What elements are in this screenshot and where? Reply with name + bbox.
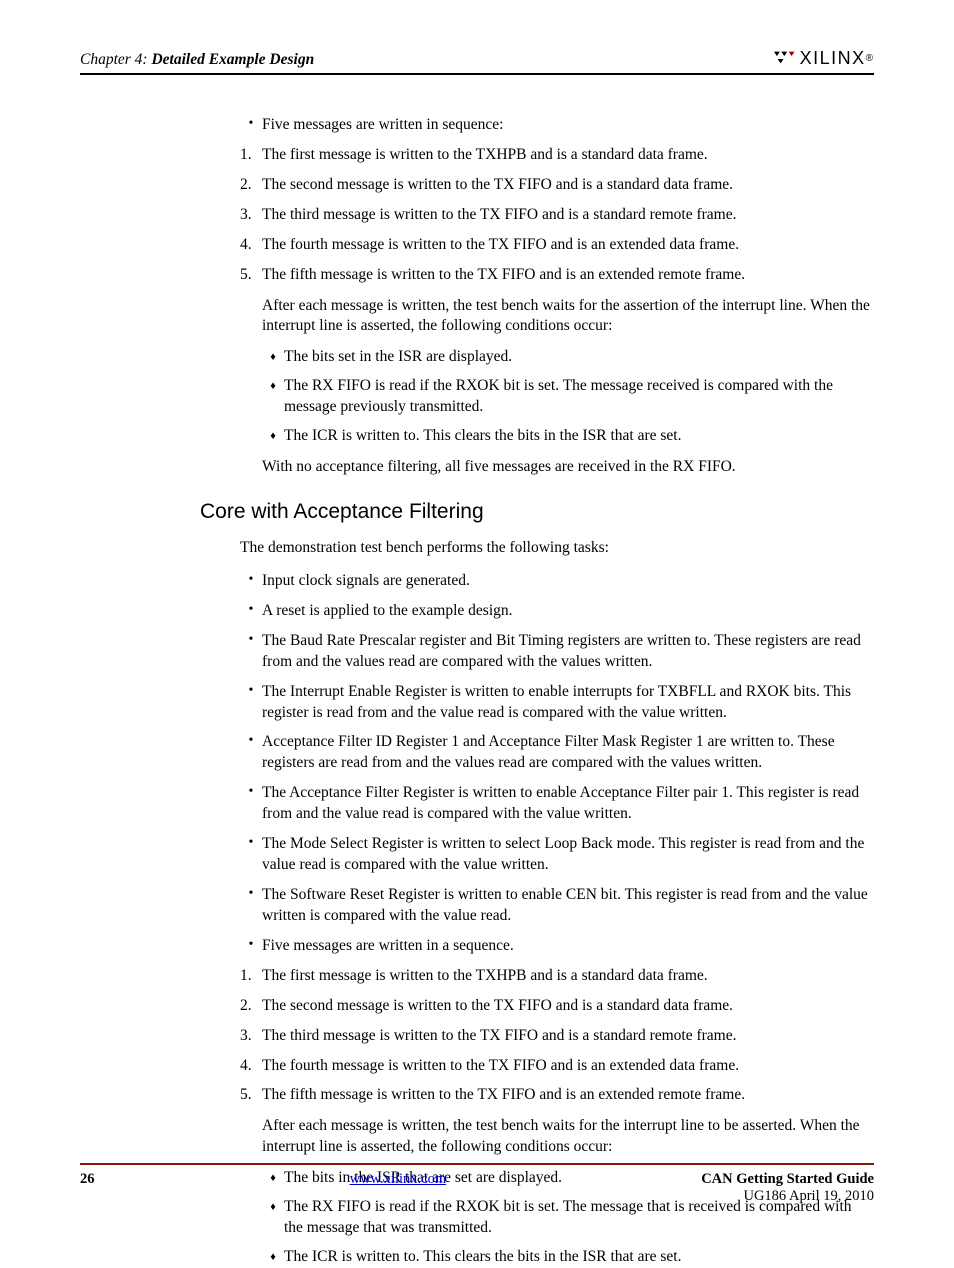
list-item: •The Baud Rate Prescalar register and Bi…	[240, 631, 874, 673]
section-heading: Core with Acceptance Filtering	[200, 500, 874, 524]
bullet-icon: •	[240, 571, 262, 590]
list-item: 5.The fifth message is written to the TX…	[240, 1085, 874, 1106]
list-item: •The Mode Select Register is written to …	[240, 834, 874, 876]
page-footer: 26 www.xilinx.com CAN Getting Started Gu…	[80, 1163, 874, 1205]
bullet-list: •Five messages are written in sequence:	[240, 115, 874, 136]
list-item: ♦The ICR is written to. This clears the …	[262, 1247, 874, 1268]
list-item: 4.The fourth message is written to the T…	[240, 235, 874, 256]
bullet-list: •Input clock signals are generated. •A r…	[240, 571, 874, 957]
bullet-icon: •	[240, 115, 262, 134]
bullet-icon: •	[240, 601, 262, 620]
diamond-icon: ♦	[262, 1247, 284, 1265]
logo-text: XILINX	[800, 48, 866, 69]
logo-icon	[774, 51, 796, 67]
bullet-icon: •	[240, 936, 262, 955]
list-item: 2.The second message is written to the T…	[240, 996, 874, 1017]
bullet-icon: •	[240, 885, 262, 904]
numbered-list: 1.The first message is written to the TX…	[240, 145, 874, 286]
page-number: 26	[80, 1171, 95, 1188]
diamond-icon: ♦	[262, 426, 284, 444]
list-item: 4.The fourth message is written to the T…	[240, 1056, 874, 1077]
list-item: •The Software Reset Register is written …	[240, 885, 874, 927]
list-item: 3.The third message is written to the TX…	[240, 205, 874, 226]
paragraph: The demonstration test bench performs th…	[240, 538, 874, 559]
bullet-icon: •	[240, 783, 262, 802]
list-item: ♦The ICR is written to. This clears the …	[262, 426, 874, 447]
bullet-icon: •	[240, 682, 262, 701]
list-item: •A reset is applied to the example desig…	[240, 601, 874, 622]
sub-bullet-list: ♦The bits set in the ISR are displayed. …	[262, 347, 874, 447]
list-item: 5.The fifth message is written to the TX…	[240, 265, 874, 286]
list-item: 2.The second message is written to the T…	[240, 175, 874, 196]
list-item: ♦The bits set in the ISR are displayed.	[262, 347, 874, 368]
footer-title: CAN Getting Started Guide	[701, 1171, 874, 1188]
bullet-icon: •	[240, 732, 262, 751]
diamond-icon: ♦	[262, 376, 284, 394]
header-breadcrumb: Chapter 4: Detailed Example Design	[80, 51, 314, 69]
page-header: Chapter 4: Detailed Example Design XILIN…	[80, 48, 874, 75]
bullet-icon: •	[240, 631, 262, 650]
list-item: •Acceptance Filter ID Register 1 and Acc…	[240, 732, 874, 774]
list-item: 1.The first message is written to the TX…	[240, 145, 874, 166]
diamond-icon: ♦	[262, 347, 284, 365]
footer-rule	[80, 1163, 874, 1165]
list-item: •Five messages are written in sequence:	[240, 115, 874, 136]
xilinx-logo: XILINX®	[774, 48, 874, 69]
list-item: 3.The third message is written to the TX…	[240, 1026, 874, 1047]
paragraph: With no acceptance filtering, all five m…	[262, 457, 874, 478]
list-item: •Input clock signals are generated.	[240, 571, 874, 592]
list-item: ♦The RX FIFO is read if the RXOK bit is …	[262, 376, 874, 418]
list-item: •The Interrupt Enable Register is writte…	[240, 682, 874, 724]
footer-sub: UG186 April 19, 2010	[701, 1188, 874, 1205]
list-item: •Five messages are written in a sequence…	[240, 936, 874, 957]
list-item: 1.The first message is written to the TX…	[240, 966, 874, 987]
footer-link[interactable]: www.xilinx.com	[350, 1171, 447, 1187]
list-item: •The Acceptance Filter Register is writt…	[240, 783, 874, 825]
page-content: •Five messages are written in sequence: …	[240, 115, 874, 1268]
bullet-icon: •	[240, 834, 262, 853]
paragraph: After each message is written, the test …	[262, 1116, 874, 1158]
chapter-label: Chapter 4:	[80, 51, 148, 68]
chapter-title: Detailed Example Design	[151, 51, 314, 68]
paragraph: After each message is written, the test …	[262, 296, 874, 338]
numbered-list: 1.The first message is written to the TX…	[240, 966, 874, 1107]
